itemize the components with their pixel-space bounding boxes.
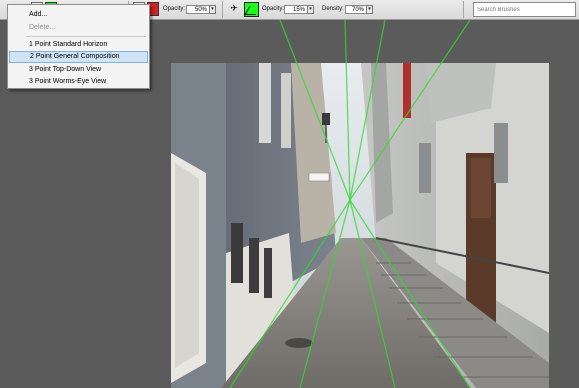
- toolbar-divider: [222, 1, 223, 18]
- right-window: [419, 143, 431, 193]
- guide-opacity-dropdown[interactable]: ▾: [307, 5, 314, 14]
- opacity-label: Opacity:: [163, 6, 186, 12]
- street-sign: [308, 172, 330, 182]
- guide-color-swatch[interactable]: [244, 2, 261, 17]
- guide-opacity-field[interactable]: 15%: [284, 5, 308, 14]
- right-window: [494, 123, 508, 183]
- shutter: [264, 248, 272, 298]
- upper-window: [281, 73, 291, 148]
- opacity-field[interactable]: 50%: [186, 5, 210, 14]
- left-window-glass: [175, 163, 199, 368]
- street-lamp-icon: [322, 113, 330, 125]
- flag: [403, 63, 411, 118]
- density-field[interactable]: 70%: [345, 5, 367, 14]
- canvas-photo[interactable]: [171, 63, 549, 388]
- drain-cover: [285, 338, 313, 348]
- door-panel: [471, 158, 491, 218]
- menu-item-add[interactable]: Add...: [9, 9, 148, 21]
- pencil-glyph-icon: [244, 6, 261, 15]
- airbrush-icon[interactable]: ✈: [228, 2, 240, 16]
- menu-item-3-point-top-down-view[interactable]: 3 Point Top-Down View: [9, 64, 148, 76]
- menu-item-1-point-standard-horizon[interactable]: 1 Point Standard Horizon: [9, 39, 148, 51]
- menu-item-3-point-worms-eye-view[interactable]: 3 Point Worms-Eye View: [9, 76, 148, 88]
- guide-opacity-label: Opacity:: [262, 6, 285, 12]
- density-dropdown[interactable]: ▾: [366, 5, 373, 14]
- shutter: [231, 223, 243, 283]
- menu-item-delete: Delete...: [29, 24, 56, 31]
- menu-item-2-point-general-composition[interactable]: 2 Point General Composition: [9, 51, 148, 63]
- menu-separator: [26, 36, 146, 37]
- density-label: Density:: [322, 6, 344, 12]
- shutter: [249, 238, 259, 293]
- toolbar-divider: [463, 1, 464, 18]
- upper-window: [259, 63, 271, 143]
- search-brushes-input[interactable]: [473, 2, 576, 17]
- perspective-preset-menu: Add... Delete... 1 Point Standard Horizo…: [7, 4, 150, 89]
- opacity-dropdown[interactable]: ▾: [209, 5, 216, 14]
